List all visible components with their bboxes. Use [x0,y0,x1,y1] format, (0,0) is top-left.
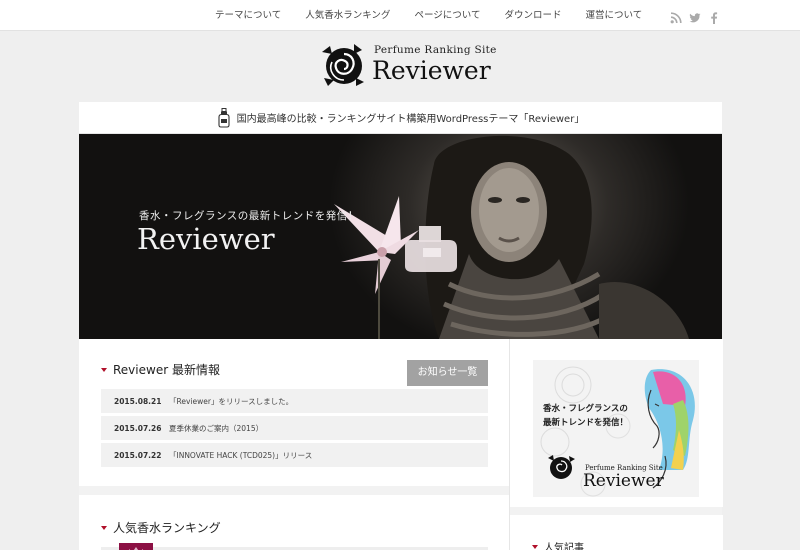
popular-posts-box: 人気記事 [510,515,723,550]
logo-title: Reviewer [372,56,491,85]
site-tagline: 国内最高峰の比較・ランキングサイト構築用WordPressテーマ「Reviewe… [79,102,722,134]
top-nav: テーマについて 人気香水ランキング ページについて ダウンロード 運営について [0,0,800,31]
heading-marker-icon [532,544,538,549]
ranking-heading: 人気香水ランキング [101,519,221,536]
nav-item-download[interactable]: ダウンロード [492,0,573,31]
news-item[interactable]: 2015.07.26 夏季休業のご案内（2015） [101,416,488,440]
ranking-panel: 人気香水ランキング [79,495,509,550]
news-heading-text: Reviewer 最新情報 [113,363,220,377]
main-column: Reviewer 最新情報 お知らせ一覧 2015.08.21 「Reviewe… [79,339,509,550]
banner-line-1: 香水・フレグランスの [543,404,628,414]
social-links [670,9,720,24]
news-list: 2015.08.21 「Reviewer」をリリースしました。 2015.07.… [101,389,488,470]
news-heading: Reviewer 最新情報 [101,361,220,378]
twitter-icon[interactable] [689,9,701,23]
nav-item-ranking[interactable]: 人気香水ランキング [293,0,402,31]
content-container: 国内最高峰の比較・ランキングサイト構築用WordPressテーマ「Reviewe… [79,102,723,550]
news-list-button[interactable]: お知らせ一覧 [407,360,488,386]
popular-heading-text: 人気記事 [544,543,584,550]
facebook-icon[interactable] [708,9,720,24]
sidebar-banner-box: 香水・フレグランスの 最新トレンドを発信！ Perfume Ranking Si… [510,339,723,507]
news-item[interactable]: 2015.07.22 「INNOVATE HACK (TCD025)」リリース [101,443,488,467]
popular-heading: 人気記事 [532,539,584,550]
news-title[interactable]: 夏季休業のご案内（2015） [169,423,263,434]
news-title[interactable]: 「INNOVATE HACK (TCD025)」リリース [169,450,312,461]
nav-item-about-page[interactable]: ページについて [402,0,492,31]
hero-brand: Reviewer [137,222,275,256]
perfume-bottle-icon [218,107,230,128]
heading-marker-icon [101,525,107,530]
sidebar-banner[interactable]: 香水・フレグランスの 最新トレンドを発信！ Perfume Ranking Si… [533,360,699,497]
site-logo[interactable]: Perfume Ranking Site Reviewer [318,42,496,90]
news-date: 2015.07.26 [114,423,162,433]
hero-kicker: 香水・フレグランスの最新トレンドを発信！ [139,210,359,222]
news-panel: Reviewer 最新情報 お知らせ一覧 2015.08.21 「Reviewe… [79,339,509,486]
ranking-heading-text: 人気香水ランキング [113,521,221,535]
global-menu: テーマについて 人気香水ランキング ページについて ダウンロード 運営について [203,0,654,31]
news-title[interactable]: 「Reviewer」をリリースしました。 [169,396,293,407]
hero-banner[interactable]: 香水・フレグランスの最新トレンドを発信！ Reviewer [79,134,722,339]
nav-item-operator[interactable]: 運営について [573,0,654,31]
tagline-text: 国内最高峰の比較・ランキングサイト構築用WordPressテーマ「Reviewe… [236,114,585,125]
rose-logo-icon [322,44,364,86]
nav-item-about-theme[interactable]: テーマについて [203,0,293,31]
news-date: 2015.07.22 [114,450,162,460]
logo-subtitle: Perfume Ranking Site [374,44,497,56]
news-item[interactable]: 2015.08.21 「Reviewer」をリリースしました。 [101,389,488,413]
heading-marker-icon [101,367,107,372]
crown-icon [119,543,153,550]
banner-logo-title: Reviewer [583,471,664,491]
sidebar: 香水・フレグランスの 最新トレンドを発信！ Perfume Ranking Si… [509,339,723,550]
news-date: 2015.08.21 [114,396,162,406]
rss-icon[interactable] [670,9,682,24]
banner-line-2: 最新トレンドを発信！ [543,418,629,428]
